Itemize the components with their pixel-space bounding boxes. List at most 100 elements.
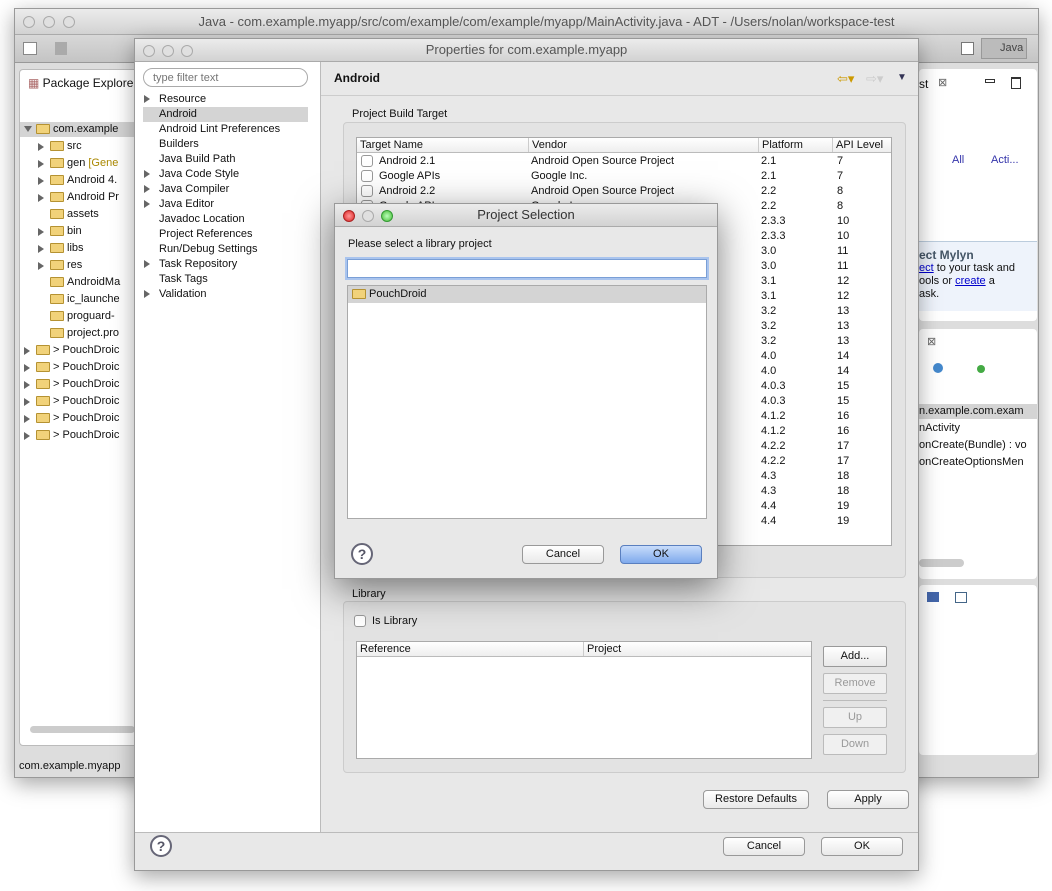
tree-item[interactable]: AndroidMa [20,275,143,290]
outline-item[interactable]: onCreate(Bundle) : vo [919,438,1037,453]
expand-arrow-icon[interactable] [24,415,30,423]
filter-input[interactable] [143,68,308,87]
forward-button[interactable]: ⇨▾ [866,71,883,87]
zoom-button[interactable] [63,16,75,28]
preference-page-item[interactable]: Run/Debug Settings [143,242,308,257]
preference-page-item[interactable]: Task Tags [143,272,308,287]
expand-arrow-icon[interactable] [24,364,30,372]
outline-item[interactable]: onCreateOptionsMen [919,455,1037,470]
cancel-button[interactable]: Cancel [723,837,805,856]
collapse-arrow-icon[interactable] [24,126,32,136]
expand-arrow-icon[interactable] [38,262,44,270]
expand-arrow-icon[interactable] [24,347,30,355]
display-icon[interactable] [927,592,939,602]
tree-item[interactable]: proguard- [20,309,143,324]
tree-item[interactable]: gen [Gene [20,156,143,171]
table-row[interactable]: Google APIs Google Inc. 2.1 7 [357,169,891,184]
up-button[interactable]: Up [823,707,887,728]
down-button[interactable]: Down [823,734,887,755]
add-button[interactable]: Add... [823,646,887,667]
close-button[interactable] [23,16,35,28]
new-icon[interactable] [23,42,37,55]
tree-item[interactable]: > PouchDroic [20,377,143,392]
filter-all-link[interactable]: All [952,154,964,166]
preference-page-item[interactable]: Javadoc Location [143,212,308,227]
help-icon[interactable]: ? [351,543,373,565]
horizontal-scrollbar[interactable] [919,559,964,567]
close-icon[interactable]: ⊠ [938,76,947,89]
tree-item[interactable]: com.example [20,122,143,137]
expand-arrow-icon[interactable] [24,432,30,440]
expand-arrow-icon[interactable] [24,381,30,389]
preference-page-item[interactable]: Validation [143,287,308,302]
outline-item[interactable]: nActivity [919,421,1037,436]
preference-page-item[interactable]: Android Lint Preferences [143,122,308,137]
expand-arrow-icon[interactable] [38,177,44,185]
minimize-button[interactable] [162,45,174,57]
column-vendor[interactable]: Vendor [528,138,567,152]
outline-item[interactable]: n.example.com.exam [919,404,1037,419]
open-perspective-icon[interactable] [961,42,974,55]
minimize-button[interactable] [362,210,374,222]
tree-item[interactable]: Android Pr [20,190,143,205]
new-console-icon[interactable] [955,592,967,603]
close-button[interactable] [143,45,155,57]
expand-arrow-icon[interactable] [144,170,150,178]
filter-activate-link[interactable]: Acti... [991,154,1019,166]
preference-page-item[interactable]: Builders [143,137,308,152]
preference-page-item[interactable]: Project References [143,227,308,242]
apply-button[interactable]: Apply [827,790,909,809]
maximize-icon[interactable] [1011,77,1021,89]
tree-item[interactable]: assets [20,207,143,222]
preference-page-item[interactable]: Android [143,107,308,122]
preference-page-item[interactable]: Java Editor [143,197,308,212]
package-explorer-tab[interactable]: ▦ Package Explore [28,76,133,90]
tree-item[interactable]: > PouchDroic [20,343,143,358]
column-target-name[interactable]: Target Name [357,138,423,152]
minimize-button[interactable] [43,16,55,28]
tree-item[interactable]: > PouchDroic [20,360,143,375]
project-filter-input[interactable] [347,259,707,278]
ok-button[interactable]: OK [821,837,903,856]
zoom-button[interactable] [181,45,193,57]
target-checkbox[interactable] [361,185,373,197]
table-row[interactable]: Android 2.1 Android Open Source Project 2.… [357,154,891,169]
expand-arrow-icon[interactable] [38,194,44,202]
column-platform[interactable]: Platform [758,138,803,152]
close-icon[interactable]: ⊠ [927,335,936,348]
target-checkbox[interactable] [361,170,373,182]
preference-page-item[interactable]: Task Repository [143,257,308,272]
target-checkbox[interactable] [361,155,373,167]
task-list-tab[interactable]: st [919,77,928,91]
tree-item[interactable]: bin [20,224,143,239]
tree-item[interactable]: ic_launche [20,292,143,307]
green-dot-icon[interactable] [977,365,985,373]
sync-icon[interactable] [933,363,943,373]
expand-arrow-icon[interactable] [38,143,44,151]
expand-arrow-icon[interactable] [144,185,150,193]
tree-item[interactable]: Android 4. [20,173,143,188]
zoom-button[interactable] [381,210,393,222]
back-button[interactable]: ⇦▾ [837,71,854,87]
expand-arrow-icon[interactable] [144,200,150,208]
column-reference[interactable]: Reference [357,642,411,656]
close-button[interactable] [343,210,355,222]
preference-page-item[interactable]: Resource [143,92,308,107]
preference-page-item[interactable]: Java Compiler [143,182,308,197]
tree-item[interactable]: project.pro [20,326,143,341]
preference-page-item[interactable]: Java Code Style [143,167,308,182]
expand-arrow-icon[interactable] [144,260,150,268]
tree-item[interactable]: > PouchDroic [20,411,143,426]
help-icon[interactable]: ? [150,835,172,857]
table-row[interactable]: Android 2.2 Android Open Source Project 2.… [357,184,891,199]
tree-item[interactable]: res [20,258,143,273]
expand-arrow-icon[interactable] [144,290,150,298]
minimize-icon[interactable] [985,79,995,83]
save-icon[interactable] [55,42,67,55]
expand-arrow-icon[interactable] [24,398,30,406]
cancel-button[interactable]: Cancel [522,545,604,564]
connect-link[interactable]: ect [919,262,934,274]
tree-item[interactable]: > PouchDroic [20,428,143,443]
tree-item[interactable]: > PouchDroic [20,394,143,409]
tree-item[interactable]: libs [20,241,143,256]
